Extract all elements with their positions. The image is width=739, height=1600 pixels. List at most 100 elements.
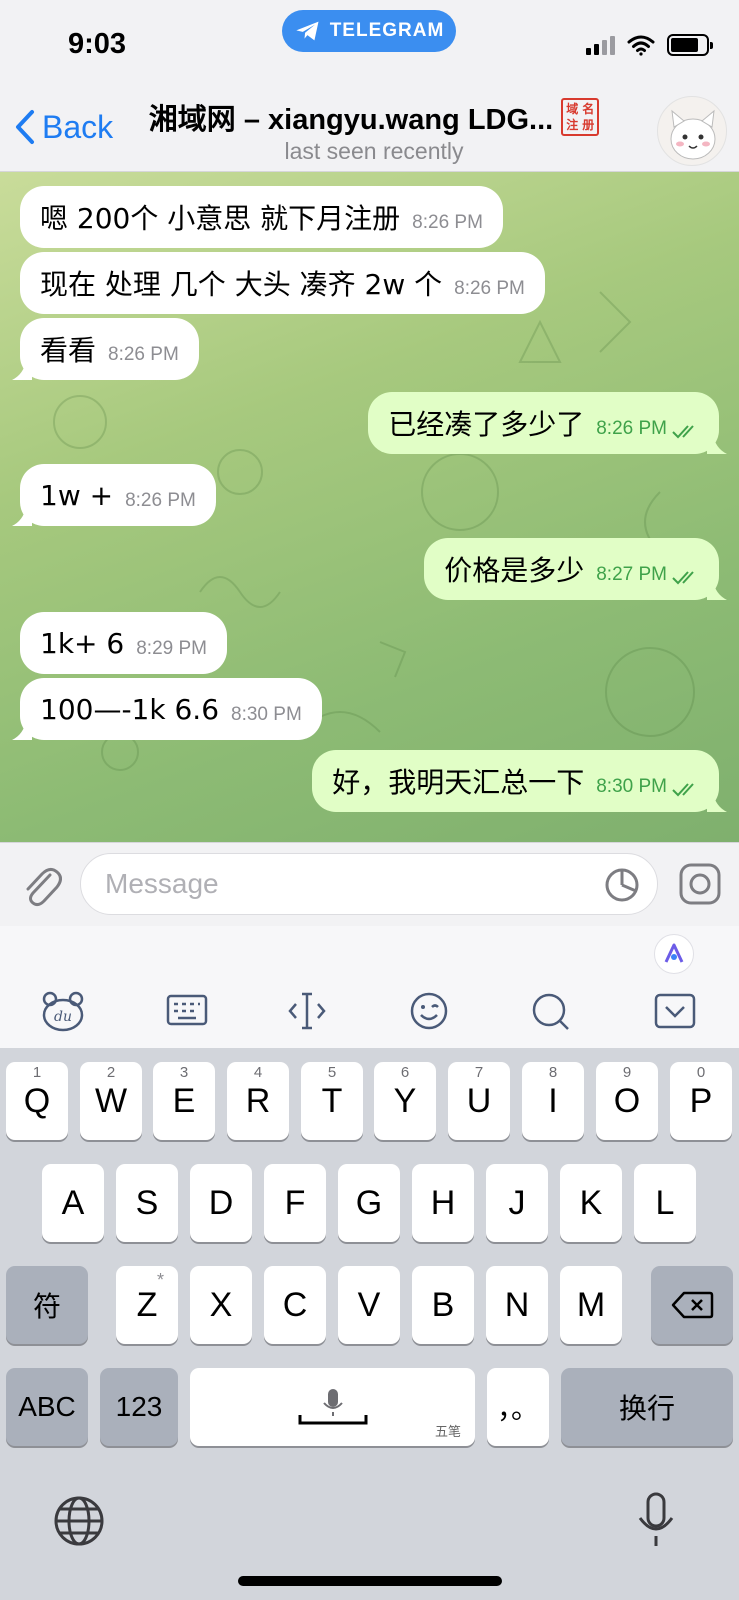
ime-tool-row: du: [0, 980, 739, 1042]
message-bubble-incoming[interactable]: 嗯 200个 小意思 就下月注册 8:26 PM: [20, 186, 503, 248]
space-mic-icon: [298, 1389, 367, 1425]
message-text: 现在 处理 几个 大头 凑齐 2w 个: [40, 268, 443, 301]
telegram-pill[interactable]: TELEGRAM: [282, 10, 456, 52]
battery-icon: [667, 34, 713, 56]
read-checkmarks-icon: [671, 559, 699, 592]
key-g[interactable]: G: [338, 1164, 400, 1242]
message-text: 1k+ 6: [40, 626, 125, 660]
chat-title: 湘域网 – xiangyu.wang LDG... 域名 注册: [148, 96, 600, 138]
key-i[interactable]: 8I: [522, 1062, 584, 1140]
key-b[interactable]: B: [412, 1266, 474, 1344]
key-h[interactable]: H: [412, 1164, 474, 1242]
ai-assistant-icon: [664, 943, 684, 963]
chat-title-text: 湘域网 – xiangyu.wang LDG...: [148, 104, 554, 136]
search-icon[interactable]: [528, 990, 574, 1032]
key-t[interactable]: 5T: [301, 1062, 363, 1140]
status-icons: [586, 34, 713, 56]
message-bubble-outgoing[interactable]: 已经凑了多少了 8:26 PM: [368, 392, 727, 454]
paperclip-attach-icon[interactable]: [20, 863, 62, 909]
message-bubble-incoming[interactable]: 现在 处理 几个 大头 凑齐 2w 个 8:26 PM: [20, 252, 545, 314]
telegram-pill-label: TELEGRAM: [329, 20, 445, 41]
cursor-move-icon[interactable]: [284, 990, 330, 1032]
wifi-icon: [627, 35, 655, 56]
symbol-key[interactable]: 符: [6, 1266, 88, 1344]
message-text: 已经凑了多少了: [388, 408, 585, 441]
read-checkmarks-icon: [671, 771, 699, 804]
chat-status: last seen recently: [284, 138, 464, 164]
telegram-icon: [296, 21, 319, 41]
key-n[interactable]: N: [486, 1266, 548, 1344]
message-bubble-incoming[interactable]: 1w + 8:26 PM: [12, 464, 216, 526]
dictation-mic-icon[interactable]: [636, 1492, 676, 1550]
home-indicator[interactable]: [238, 1576, 502, 1586]
back-label: Back: [42, 108, 114, 145]
ime-toolbar: du: [0, 926, 739, 1048]
backspace-key[interactable]: [651, 1266, 733, 1344]
sticker-icon[interactable]: [604, 867, 640, 903]
key-c[interactable]: C: [264, 1266, 326, 1344]
space-key[interactable]: 五笔: [190, 1368, 475, 1446]
ime-assistant-button[interactable]: [654, 934, 694, 974]
emoji-icon[interactable]: [406, 990, 452, 1032]
status-time: 9:03: [68, 28, 127, 60]
key-j[interactable]: J: [486, 1164, 548, 1242]
chat-messages-area[interactable]: 嗯 200个 小意思 就下月注册 8:26 PM 现在 处理 几个 大头 凑齐 …: [0, 172, 739, 842]
key-k[interactable]: K: [560, 1164, 622, 1242]
key-u[interactable]: 7U: [448, 1062, 510, 1140]
key-z[interactable]: * Z: [116, 1266, 178, 1344]
svg-text:du: du: [54, 1009, 72, 1025]
avatar[interactable]: [657, 96, 727, 166]
key-l[interactable]: L: [634, 1164, 696, 1242]
globe-icon[interactable]: [52, 1494, 106, 1548]
key-f[interactable]: F: [264, 1164, 326, 1242]
key-a[interactable]: A: [42, 1164, 104, 1242]
key-d[interactable]: D: [190, 1164, 252, 1242]
collapse-keyboard-icon[interactable]: [652, 990, 698, 1032]
message-composer: Message: [0, 842, 739, 926]
cat-avatar-icon: [670, 109, 716, 160]
message-time: 8:30 PM: [596, 776, 667, 797]
message-text: 100—-1k 6.6: [40, 692, 220, 726]
punctuation-key[interactable]: ，。: [487, 1368, 549, 1446]
key-m[interactable]: M: [560, 1266, 622, 1344]
camera-icon[interactable]: [677, 861, 723, 907]
back-button[interactable]: Back: [14, 108, 113, 146]
message-text: 1w +: [40, 478, 114, 512]
message-text: 好，我明天汇总一下: [332, 766, 585, 799]
message-bubble-incoming[interactable]: 1k+ 6 8:29 PM: [20, 612, 227, 674]
message-text: 价格是多少: [444, 554, 585, 587]
message-time: 8:26 PM: [454, 278, 525, 299]
key-w[interactable]: 2W: [80, 1062, 142, 1140]
message-time: 8:26 PM: [596, 418, 667, 439]
backspace-icon: [671, 1291, 714, 1319]
message-text: 嗯 200个 小意思 就下月注册: [40, 202, 401, 235]
message-bubble-incoming[interactable]: 100—-1k 6.6 8:30 PM: [12, 678, 322, 740]
message-time: 8:26 PM: [125, 490, 196, 511]
cellular-signal-icon: [586, 35, 615, 55]
baidu-ime-logo-icon[interactable]: du: [40, 990, 86, 1032]
return-key[interactable]: 换行: [561, 1368, 733, 1446]
key-o[interactable]: 9O: [596, 1062, 658, 1140]
read-checkmarks-icon: [671, 413, 699, 446]
message-time: 8:26 PM: [108, 344, 179, 365]
key-e[interactable]: 3E: [153, 1062, 215, 1140]
chevron-left-icon: [16, 110, 34, 144]
message-bubble-outgoing[interactable]: 好，我明天汇总一下 8:30 PM: [312, 750, 727, 812]
key-v[interactable]: V: [338, 1266, 400, 1344]
message-bubble-incoming[interactable]: 看看 8:26 PM: [12, 318, 199, 380]
numbers-key[interactable]: 123: [100, 1368, 178, 1446]
key-p[interactable]: 0P: [670, 1062, 732, 1140]
message-input[interactable]: Message: [80, 853, 658, 915]
message-text: 看看: [40, 334, 97, 367]
key-r[interactable]: 4R: [227, 1062, 289, 1140]
status-bar: 9:03 TELEGRAM: [0, 0, 739, 90]
keyboard-layout-icon[interactable]: [164, 990, 210, 1032]
key-y[interactable]: 6Y: [374, 1062, 436, 1140]
message-bubble-outgoing[interactable]: 价格是多少 8:27 PM: [424, 538, 727, 600]
key-q[interactable]: 1Q: [6, 1062, 68, 1140]
key-x[interactable]: X: [190, 1266, 252, 1344]
chat-header: Back 湘域网 – xiangyu.wang LDG... 域名 注册 las…: [0, 90, 739, 172]
abc-key[interactable]: ABC: [6, 1368, 88, 1446]
key-s[interactable]: S: [116, 1164, 178, 1242]
chat-title-block[interactable]: 湘域网 – xiangyu.wang LDG... 域名 注册 last see…: [124, 96, 624, 165]
